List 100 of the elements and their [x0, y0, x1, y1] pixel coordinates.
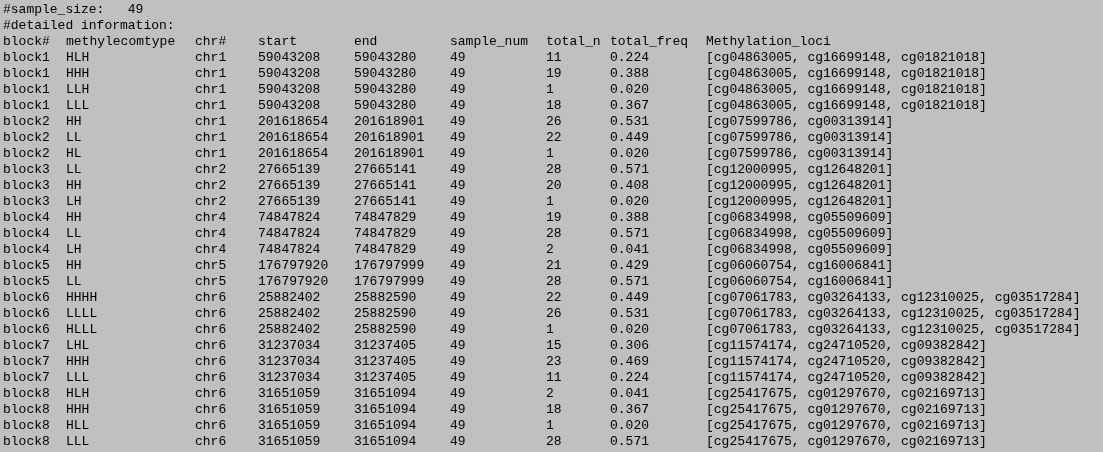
- table-cell: HH: [66, 178, 82, 194]
- table-cell: block5: [3, 258, 50, 274]
- table-cell: 0.020: [610, 194, 649, 210]
- table-cell: HL: [66, 146, 82, 162]
- table-cell: 25882590: [354, 306, 417, 322]
- table-cell: 49: [450, 306, 466, 322]
- table-cell: 31237034: [258, 370, 321, 386]
- table-cell: 0.571: [610, 434, 649, 450]
- table-cell: chr2: [195, 162, 227, 178]
- table-cell: LLLL: [66, 306, 98, 322]
- table-cell: 0.367: [610, 402, 649, 418]
- table-cell: block3: [3, 194, 50, 210]
- table-cell: chr6: [195, 434, 227, 450]
- table-cell: [cg04863005, cg16699148, cg01821018]: [706, 50, 987, 66]
- table-cell: 49: [450, 402, 466, 418]
- table-cell: 0.020: [610, 418, 649, 434]
- table-cell: 74847829: [354, 226, 417, 242]
- table-cell: 176797920: [258, 274, 329, 290]
- table-cell: 31237405: [354, 354, 417, 370]
- table-cell: [cg06834998, cg05509609]: [706, 210, 894, 226]
- table-cell: 11: [546, 50, 562, 66]
- table-cell: 59043208: [258, 66, 321, 82]
- column-header: end: [354, 34, 378, 50]
- table-cell: [cg12000995, cg12648201]: [706, 178, 894, 194]
- table-cell: block1: [3, 66, 50, 82]
- table-cell: 49: [450, 354, 466, 370]
- table-cell: chr1: [195, 66, 227, 82]
- column-header: start: [258, 34, 297, 50]
- table-cell: LL: [66, 226, 82, 242]
- table-cell: 0.531: [610, 306, 649, 322]
- table-cell: 201618901: [354, 114, 425, 130]
- table-cell: 22: [546, 290, 562, 306]
- table-cell: HHH: [66, 402, 90, 418]
- table-cell: 31651094: [354, 402, 417, 418]
- table-cell: 1: [546, 418, 554, 434]
- table-cell: LH: [66, 194, 82, 210]
- table-cell: 49: [450, 178, 466, 194]
- table-cell: 1: [546, 82, 554, 98]
- column-header: sample_num: [450, 34, 528, 50]
- table-cell: block8: [3, 402, 50, 418]
- table-cell: 0.388: [610, 210, 649, 226]
- table-cell: LLL: [66, 434, 90, 450]
- table-cell: LLL: [66, 370, 90, 386]
- table-cell: HLL: [66, 418, 90, 434]
- table-cell: 49: [450, 322, 466, 338]
- table-cell: chr2: [195, 178, 227, 194]
- table-cell: 20: [546, 178, 562, 194]
- table-cell: block8: [3, 434, 50, 450]
- table-cell: 49: [450, 386, 466, 402]
- table-cell: chr1: [195, 146, 227, 162]
- table-cell: 27665139: [258, 178, 321, 194]
- table-cell: 0.020: [610, 146, 649, 162]
- table-cell: 28: [546, 274, 562, 290]
- table-cell: LL: [66, 130, 82, 146]
- table-cell: 0.429: [610, 258, 649, 274]
- table-cell: LH: [66, 242, 82, 258]
- table-cell: 1: [546, 146, 554, 162]
- table-cell: 23: [546, 354, 562, 370]
- table-cell: 201618654: [258, 114, 329, 130]
- table-cell: LLH: [66, 82, 90, 98]
- table-cell: chr1: [195, 98, 227, 114]
- table-cell: 28: [546, 434, 562, 450]
- table-cell: 49: [450, 146, 466, 162]
- table-cell: 49: [450, 290, 466, 306]
- table-cell: 0.449: [610, 290, 649, 306]
- table-cell: 31651059: [258, 418, 321, 434]
- table-cell: chr4: [195, 210, 227, 226]
- column-header: methylecomtype: [66, 34, 176, 50]
- table-cell: 19: [546, 210, 562, 226]
- table-cell: 49: [450, 210, 466, 226]
- table-cell: [cg11574174, cg24710520, cg09382842]: [706, 354, 987, 370]
- table-cell: block1: [3, 50, 50, 66]
- table-cell: 49: [450, 162, 466, 178]
- table-cell: [cg25417675, cg01297670, cg02169713]: [706, 402, 987, 418]
- table-cell: 0.020: [610, 82, 649, 98]
- table-cell: 59043208: [258, 98, 321, 114]
- table-cell: 22: [546, 130, 562, 146]
- table-cell: HH: [66, 258, 82, 274]
- table-cell: 31651059: [258, 402, 321, 418]
- column-header: total_freq: [610, 34, 688, 50]
- table-cell: [cg25417675, cg01297670, cg02169713]: [706, 418, 987, 434]
- table-cell: HH: [66, 210, 82, 226]
- table-cell: chr4: [195, 242, 227, 258]
- table-cell: block2: [3, 130, 50, 146]
- table-cell: 201618901: [354, 130, 425, 146]
- table-cell: 176797999: [354, 258, 425, 274]
- table-cell: 74847824: [258, 210, 321, 226]
- table-cell: 49: [450, 98, 466, 114]
- table-cell: block1: [3, 82, 50, 98]
- table-cell: 2: [546, 242, 554, 258]
- column-header: total_n: [546, 34, 601, 50]
- table-cell: HLH: [66, 50, 90, 66]
- table-cell: HHH: [66, 354, 90, 370]
- table-cell: chr2: [195, 194, 227, 210]
- table-cell: HLLL: [66, 322, 98, 338]
- table-cell: [cg07061783, cg03264133, cg12310025, cg03517284]: [706, 290, 1081, 306]
- table-cell: 49: [450, 194, 466, 210]
- table-cell: [cg06834998, cg05509609]: [706, 226, 894, 242]
- table-cell: 1: [546, 194, 554, 210]
- table-cell: chr1: [195, 130, 227, 146]
